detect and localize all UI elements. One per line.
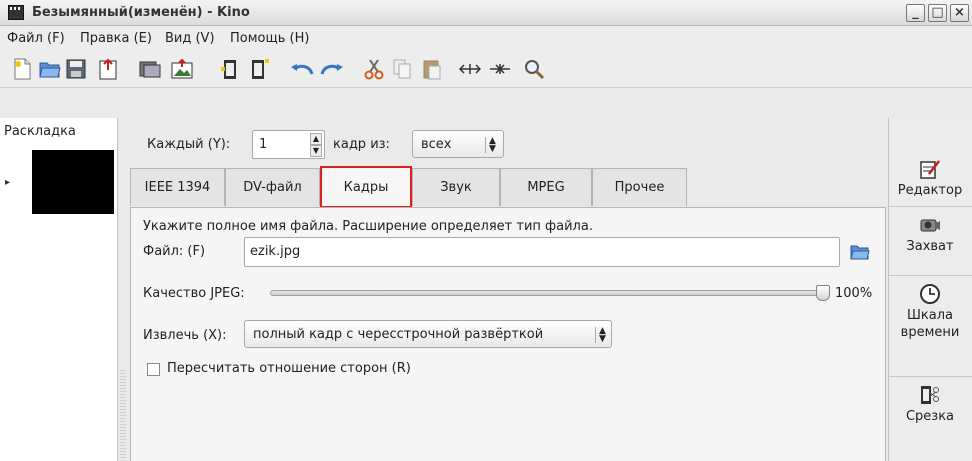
capture-mode-label: Захват bbox=[906, 239, 954, 254]
menu-file[interactable]: Файл (F) bbox=[7, 31, 65, 46]
close-button[interactable]: × bbox=[950, 4, 969, 22]
aspect-ratio-checkbox[interactable] bbox=[147, 363, 160, 376]
title-bar: Безымянный(изменён) - Kino _ □ × bbox=[0, 0, 972, 26]
image-icon[interactable] bbox=[170, 57, 194, 81]
insert-frame-icon[interactable] bbox=[218, 57, 242, 81]
menu-view[interactable]: Вид (V) bbox=[165, 31, 215, 46]
paste-icon[interactable] bbox=[420, 57, 444, 81]
spin-down-icon[interactable]: ▼ bbox=[310, 145, 322, 157]
append-frame-icon[interactable] bbox=[248, 57, 272, 81]
zoom-icon[interactable] bbox=[522, 57, 546, 81]
every-label: Каждый (Y): bbox=[147, 137, 231, 152]
spin-up-icon[interactable]: ▲ bbox=[310, 133, 322, 145]
timeline-button[interactable]: Шкала времени bbox=[888, 277, 972, 377]
clip-thumbnail[interactable] bbox=[32, 150, 114, 214]
every-value[interactable]: 1 bbox=[259, 137, 267, 152]
file-hint-text: Укажите полное имя файла. Расширение опр… bbox=[143, 219, 593, 234]
window-title: Безымянный(изменён) - Kino bbox=[32, 5, 250, 20]
jpeg-quality-value: 100% bbox=[835, 286, 873, 301]
copy-icon[interactable] bbox=[390, 57, 414, 81]
file-name-input[interactable]: ezik.jpg bbox=[244, 237, 840, 267]
tab-audio[interactable]: Звук bbox=[412, 168, 500, 206]
every-spinner[interactable]: 1 ▲ ▼ bbox=[252, 130, 325, 159]
tab-ieee1394[interactable]: IEEE 1394 bbox=[130, 168, 225, 206]
clock-icon bbox=[919, 283, 941, 305]
redo-icon[interactable] bbox=[320, 57, 344, 81]
frames-select-value: всех bbox=[421, 137, 452, 152]
storyboard-title: Раскладка bbox=[4, 124, 76, 139]
tab-mpeg[interactable]: MPEG bbox=[500, 168, 592, 206]
split-icon[interactable] bbox=[458, 57, 482, 81]
export-icon[interactable] bbox=[96, 57, 120, 81]
frames-select[interactable]: всех ▲ ▼ bbox=[412, 130, 504, 158]
file-name-value: ezik.jpg bbox=[250, 244, 301, 259]
browse-folder-icon[interactable] bbox=[850, 243, 870, 265]
editor-button[interactable]: Редактор bbox=[888, 152, 972, 207]
aspect-ratio-label[interactable]: Пересчитать отношение сторон (R) bbox=[167, 361, 411, 376]
trim-icon bbox=[919, 384, 941, 406]
maximize-button[interactable]: □ bbox=[928, 4, 947, 22]
file-label: Файл: (F) bbox=[143, 244, 206, 259]
editor-label: Редактор bbox=[897, 183, 963, 198]
frames-of-label: кадр из: bbox=[333, 137, 390, 152]
extract-select[interactable]: полный кадр с чересстрочной развёрткой ▲… bbox=[244, 320, 612, 348]
tab-other[interactable]: Прочее bbox=[592, 168, 687, 206]
capture-icon[interactable] bbox=[138, 57, 162, 81]
menu-help[interactable]: Помощь (H) bbox=[230, 31, 309, 46]
menu-edit[interactable]: Правка (E) bbox=[80, 31, 152, 46]
editor-icon bbox=[919, 158, 941, 180]
jpeg-quality-slider[interactable] bbox=[270, 290, 825, 296]
minimize-button[interactable]: _ bbox=[906, 4, 925, 22]
camera-icon bbox=[919, 214, 941, 236]
combo-arrows-icon: ▲ ▼ bbox=[595, 327, 606, 344]
jpeg-quality-label: Качество JPEG: bbox=[143, 286, 245, 301]
trim-label: Срезка bbox=[905, 409, 955, 424]
toolbar bbox=[0, 52, 972, 88]
trim-button[interactable]: Срезка bbox=[888, 378, 972, 448]
cut-icon[interactable] bbox=[362, 57, 386, 81]
undo-icon[interactable] bbox=[290, 57, 314, 81]
combo-arrows-icon: ▲ ▼ bbox=[485, 137, 496, 154]
pane-resize-handle[interactable] bbox=[120, 370, 126, 460]
capture-mode-button[interactable]: Захват bbox=[888, 208, 972, 276]
menu-bar: Файл (F) Правка (E) Вид (V) Помощь (H) bbox=[0, 26, 972, 52]
jpeg-quality-slider-handle[interactable] bbox=[816, 285, 830, 301]
extract-label: Извлечь (X): bbox=[143, 328, 227, 343]
open-folder-icon[interactable] bbox=[38, 57, 62, 81]
new-file-icon[interactable] bbox=[10, 57, 34, 81]
timeline-label: Шкала времени bbox=[900, 308, 960, 340]
join-icon[interactable] bbox=[488, 57, 512, 81]
save-icon[interactable] bbox=[64, 57, 88, 81]
expand-arrow-icon[interactable]: ▸ bbox=[5, 177, 10, 188]
extract-select-value: полный кадр с чересстрочной развёрткой bbox=[253, 327, 544, 342]
tab-dv-file[interactable]: DV-файл bbox=[225, 168, 320, 206]
tab-frames[interactable]: Кадры bbox=[320, 166, 412, 208]
kino-app-icon bbox=[8, 5, 24, 20]
